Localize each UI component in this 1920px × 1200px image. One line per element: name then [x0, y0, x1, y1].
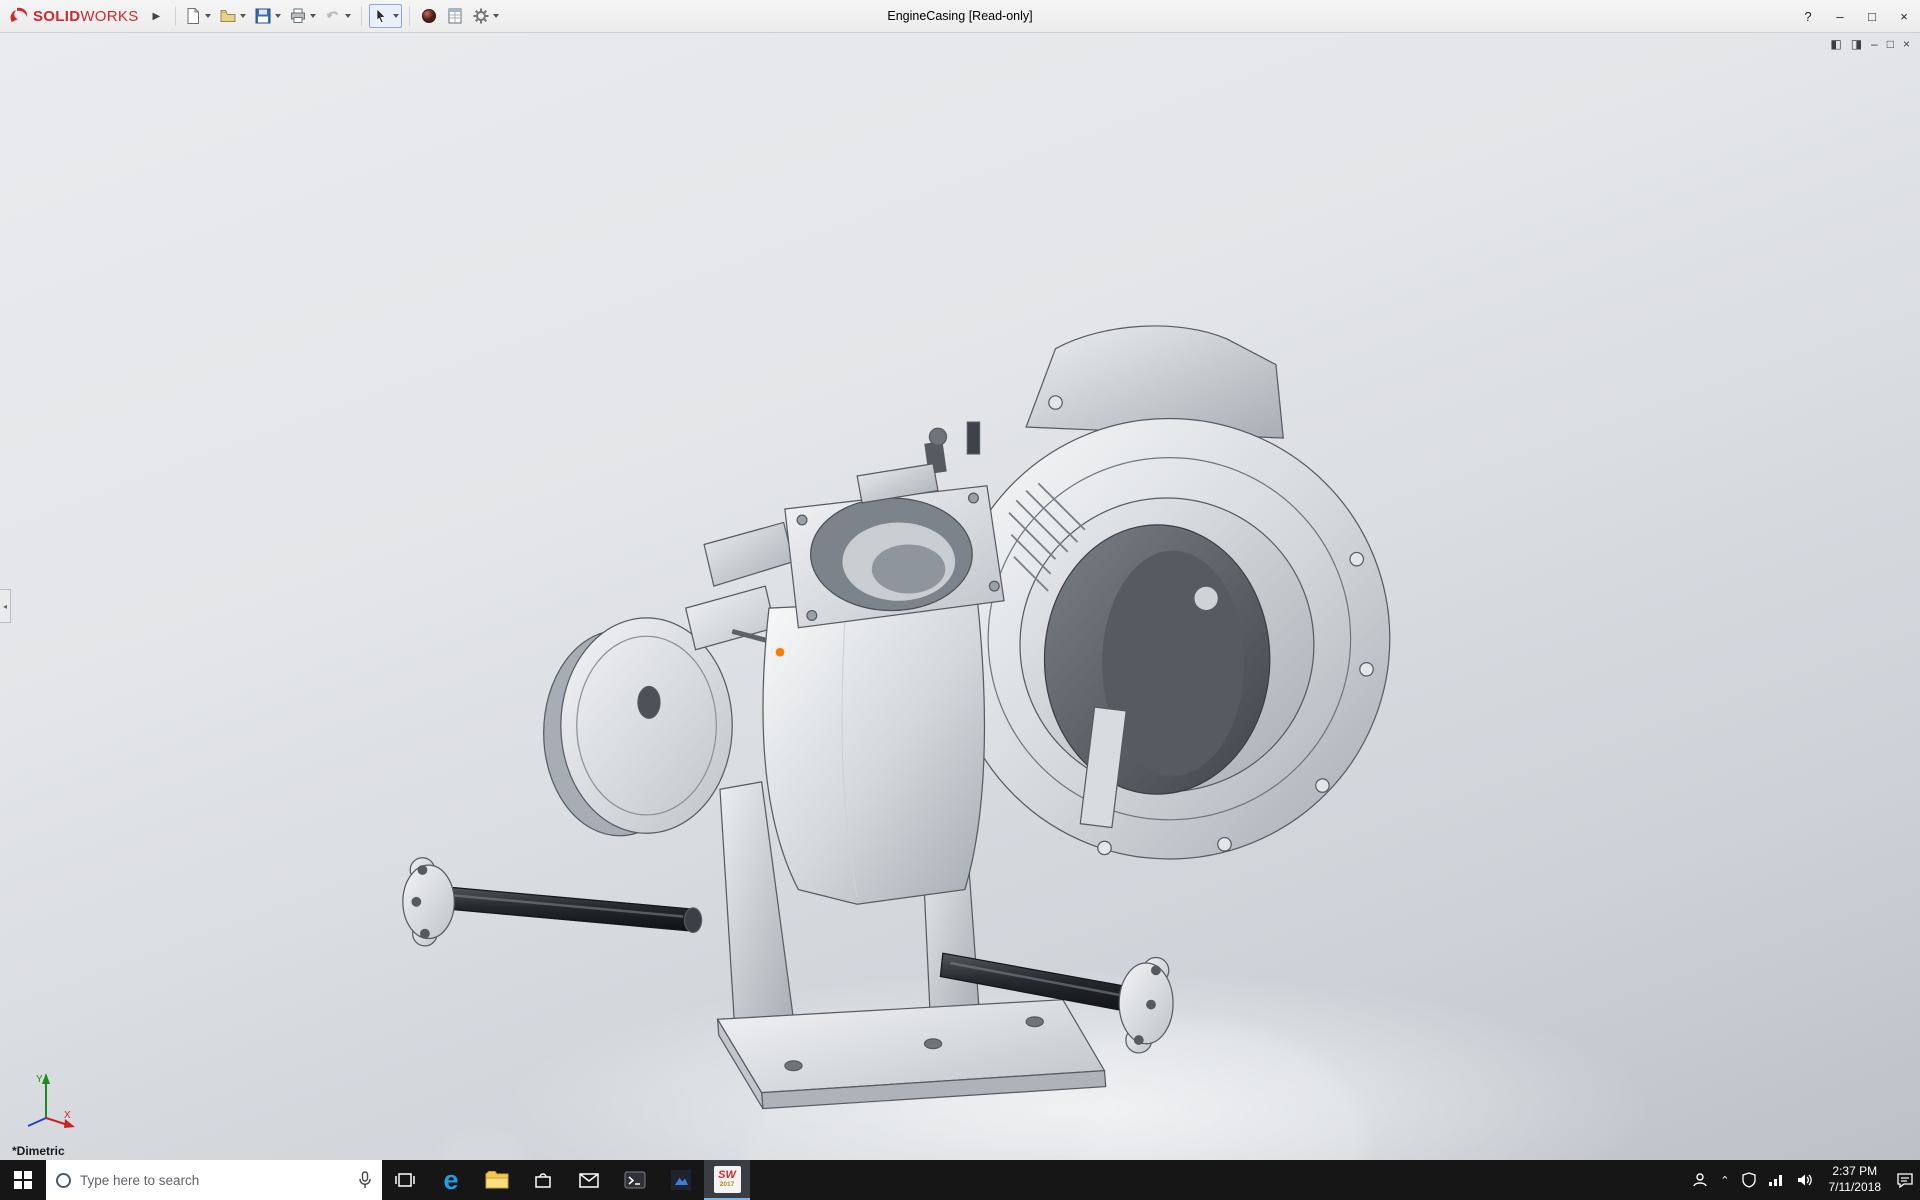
volume-icon: [1796, 1172, 1814, 1188]
people-icon: [1692, 1172, 1708, 1188]
graphics-viewport[interactable]: ◧ ◨ – □ × ◂: [0, 33, 1920, 1160]
security-tray-button[interactable]: [1736, 1160, 1762, 1200]
dropdown-caret[interactable]: [310, 14, 316, 18]
appearance-button[interactable]: [417, 4, 441, 28]
help-button[interactable]: ?: [1792, 0, 1824, 33]
dropdown-caret[interactable]: [345, 14, 351, 18]
task-view-icon: [395, 1170, 415, 1190]
close-button[interactable]: ×: [1888, 0, 1920, 33]
gear-icon: [472, 7, 490, 25]
taskbar-app-solidworks[interactable]: SW 2017: [704, 1160, 750, 1200]
view-orientation-label: *Dimetric: [12, 1144, 65, 1158]
dassault-systemes-logo-icon: [8, 6, 30, 26]
toolbar-separator: [361, 6, 362, 26]
doc-close-button[interactable]: ×: [1903, 37, 1910, 51]
dropdown-caret[interactable]: [240, 14, 246, 18]
task-view-button[interactable]: [382, 1160, 428, 1200]
standard-toolbar: [181, 4, 502, 28]
solidworks-logo: SOLIDWORKS: [8, 6, 139, 26]
new-document-icon: [184, 7, 202, 25]
taskbar-app-photos[interactable]: [658, 1160, 704, 1200]
sheet-format-button[interactable]: [443, 4, 467, 28]
document-window-controls: ◧ ◨ – □ ×: [1830, 37, 1910, 51]
edge-icon: e: [443, 1167, 458, 1194]
sheet-format-icon: [446, 7, 464, 25]
titlebar: SOLIDWORKS ▶: [0, 0, 1920, 33]
solidworks-app-icon: SW 2017: [714, 1166, 741, 1193]
select-tool-button[interactable]: [369, 4, 402, 28]
toolbar-separator: [175, 6, 176, 26]
svg-text:Y: Y: [36, 1074, 43, 1085]
taskbar: e SW 2017: [0, 1160, 1920, 1200]
mail-icon: [578, 1171, 600, 1189]
print-icon: [289, 7, 307, 25]
appearance-sphere-icon: [420, 7, 438, 25]
taskbar-app-store[interactable]: [520, 1160, 566, 1200]
dropdown-caret[interactable]: [493, 14, 499, 18]
command-prompt-icon: [624, 1170, 646, 1190]
toolbar-flyout-arrow[interactable]: ▶: [153, 11, 161, 22]
start-button[interactable]: [0, 1160, 46, 1200]
minimize-button[interactable]: –: [1824, 0, 1856, 33]
taskbar-app-command-prompt[interactable]: [612, 1160, 658, 1200]
dropdown-caret[interactable]: [275, 14, 281, 18]
engine-casing-model: [0, 33, 1920, 1160]
clock-time: 2:37 PM: [1832, 1164, 1877, 1180]
new-document-button[interactable]: [181, 4, 214, 28]
window-controls: ? – □ ×: [1792, 0, 1920, 33]
print-button[interactable]: [286, 4, 319, 28]
search-input[interactable]: [80, 1173, 349, 1188]
feature-manager-collapsed-tab[interactable]: ◂: [0, 589, 11, 623]
select-cursor-icon: [372, 7, 390, 25]
microphone-icon[interactable]: [358, 1171, 372, 1189]
system-tray: ⌃ 2:37 PM 7/11/2018: [1686, 1160, 1920, 1200]
file-explorer-icon: [485, 1170, 509, 1190]
svg-text:X: X: [64, 1110, 71, 1121]
photos-icon: [670, 1169, 692, 1191]
save-icon: [254, 7, 272, 25]
taskbar-app-mail[interactable]: [566, 1160, 612, 1200]
pane-left-icon[interactable]: ◧: [1830, 37, 1841, 51]
network-tray-button[interactable]: [1762, 1160, 1790, 1200]
open-folder-icon: [219, 7, 237, 25]
taskbar-app-edge[interactable]: e: [428, 1160, 474, 1200]
dropdown-caret[interactable]: [393, 14, 399, 18]
clock-date: 7/11/2018: [1829, 1180, 1882, 1196]
action-center-button[interactable]: [1890, 1160, 1920, 1200]
open-button[interactable]: [216, 4, 249, 28]
action-center-icon: [1896, 1172, 1914, 1188]
brand-text: SOLIDWORKS: [33, 8, 139, 25]
undo-button[interactable]: [321, 4, 354, 28]
undo-icon: [324, 7, 342, 25]
taskbar-clock[interactable]: 2:37 PM 7/11/2018: [1820, 1160, 1891, 1200]
window-title: EngineCasing [Read-only]: [887, 9, 1032, 23]
toolbar-separator: [409, 6, 410, 26]
pane-right-icon[interactable]: ◨: [1851, 37, 1862, 51]
hidden-icons-chevron[interactable]: ⌃: [1714, 1160, 1735, 1200]
selection-point[interactable]: [776, 648, 785, 657]
doc-minimize-button[interactable]: –: [1871, 37, 1878, 51]
doc-restore-button[interactable]: □: [1887, 37, 1894, 51]
taskbar-search[interactable]: [46, 1160, 382, 1200]
windows-logo-icon: [14, 1171, 32, 1189]
orientation-triad: Y X: [16, 1068, 76, 1130]
people-button[interactable]: [1686, 1160, 1714, 1200]
cortana-icon: [56, 1173, 71, 1188]
security-shield-icon: [1742, 1172, 1756, 1188]
options-button[interactable]: [469, 4, 502, 28]
network-icon: [1768, 1173, 1784, 1187]
dropdown-caret[interactable]: [205, 14, 211, 18]
volume-tray-button[interactable]: [1790, 1160, 1820, 1200]
store-icon: [533, 1170, 553, 1190]
save-button[interactable]: [251, 4, 284, 28]
taskbar-app-file-explorer[interactable]: [474, 1160, 520, 1200]
maximize-button[interactable]: □: [1856, 0, 1888, 33]
